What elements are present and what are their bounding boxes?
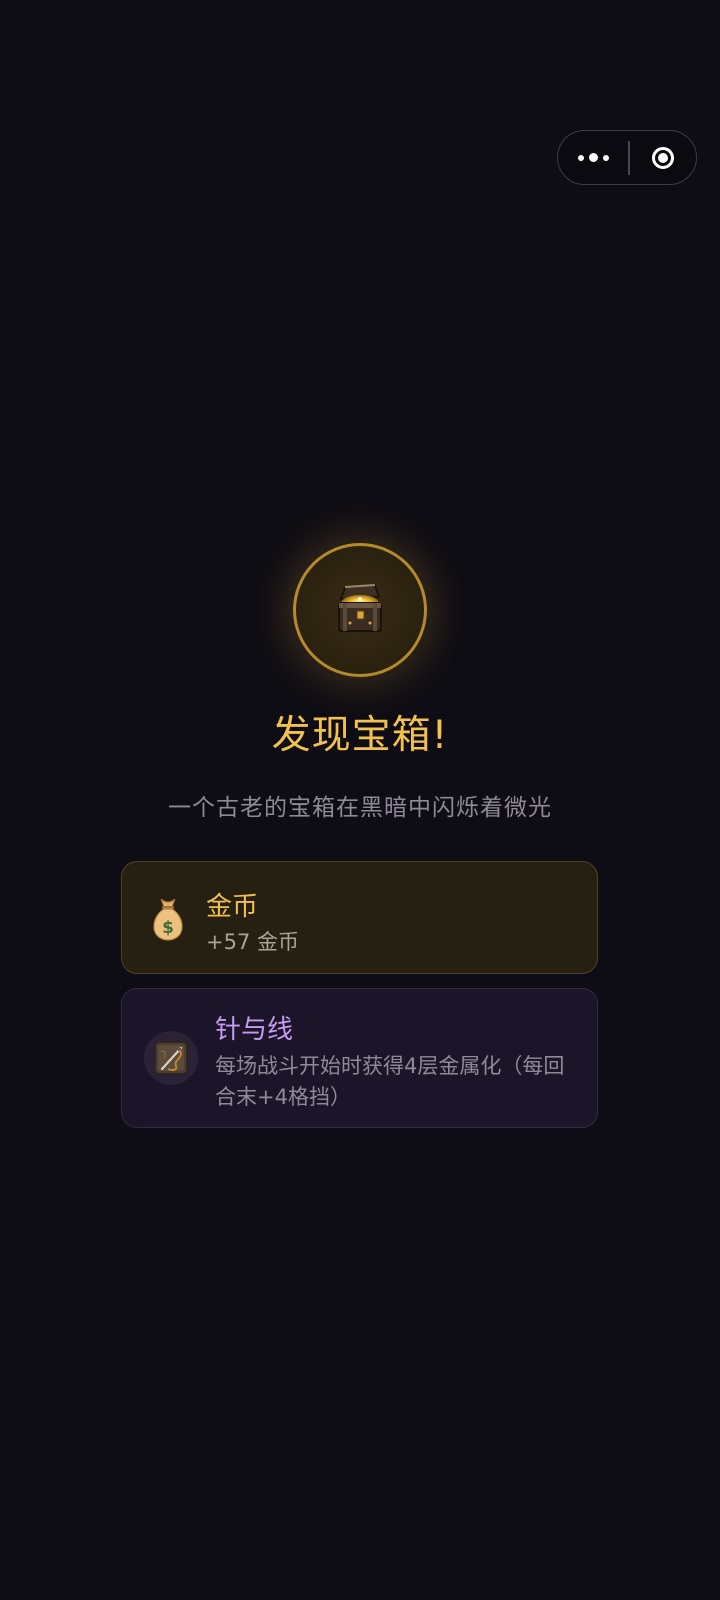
needle-thread-icon	[154, 1041, 188, 1075]
reward-name: 金币	[206, 892, 259, 922]
treasure-chest-icon	[338, 583, 382, 632]
reward-description: +57 金币	[206, 930, 299, 954]
reward-card-gold[interactable]: $ 金币 +57 金币	[121, 861, 598, 974]
reward-card-relic[interactable]: 针与线 每场战斗开始时获得4层金属化（每回合末+4格挡）	[121, 988, 598, 1128]
treasure-chest-badge	[293, 543, 427, 677]
more-menu-button[interactable]	[558, 131, 628, 184]
event-subtitle: 一个古老的宝箱在黑暗中闪烁着微光	[168, 795, 552, 821]
reward-description: 每场战斗开始时获得4层金属化（每回合末+4格挡）	[215, 1054, 565, 1109]
svg-text:$: $	[162, 918, 174, 938]
relic-icon-frame	[144, 1031, 198, 1085]
mini-program-capsule	[557, 130, 697, 185]
treasure-event-screen: 发现宝箱! 一个古老的宝箱在黑暗中闪烁着微光 $ 金币 +57 金币 针与线 每…	[0, 0, 720, 1600]
reward-name: 针与线	[215, 1015, 294, 1045]
target-close-icon	[651, 146, 674, 169]
event-title: 发现宝箱!	[271, 713, 449, 758]
more-dots-icon	[577, 153, 609, 162]
close-mini-program-button[interactable]	[630, 131, 697, 184]
money-bag-icon: $	[153, 898, 183, 941]
